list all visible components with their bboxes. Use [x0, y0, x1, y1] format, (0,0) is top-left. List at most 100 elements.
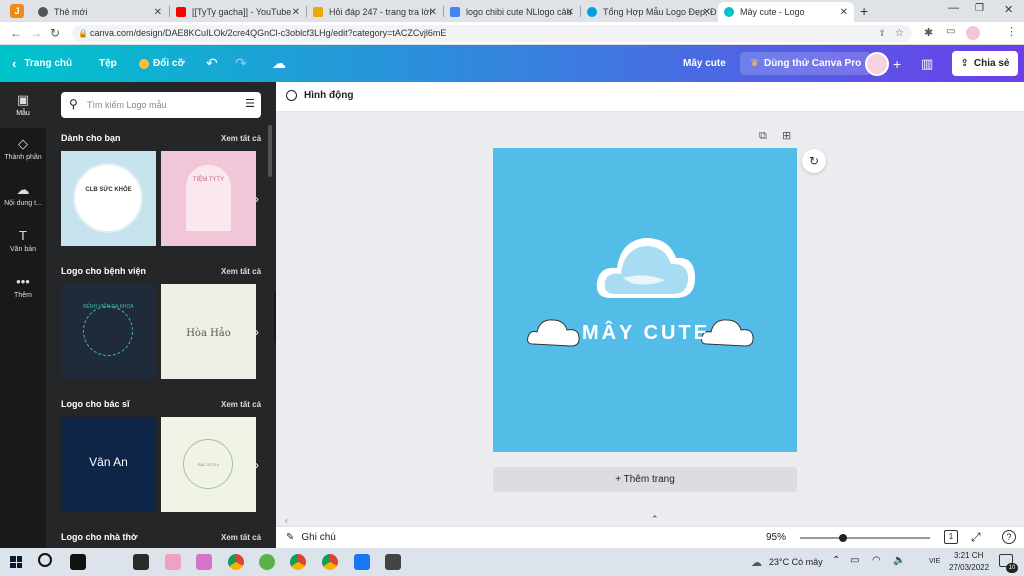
- browser-profile-icon[interactable]: J: [10, 4, 24, 18]
- share-button[interactable]: ⇪ Chia sẻ: [952, 51, 1018, 76]
- calculator-icon[interactable]: [385, 554, 401, 570]
- rail-text[interactable]: T Văn bản: [0, 228, 46, 253]
- restore-button[interactable]: ❐: [975, 3, 984, 14]
- add-page-button[interactable]: + Thêm trang: [493, 467, 797, 492]
- window-close-button[interactable]: ✕: [1004, 3, 1013, 16]
- file-menu[interactable]: Tệp: [99, 45, 117, 82]
- refresh-design-button[interactable]: ↻: [802, 149, 826, 173]
- zoom-value[interactable]: 95%: [766, 532, 786, 543]
- see-all-link[interactable]: Xem tất cả: [221, 533, 261, 542]
- fullscreen-icon[interactable]: ⤢: [971, 530, 981, 545]
- clock-date[interactable]: 27/03/2022: [949, 563, 989, 572]
- template-thumbnail[interactable]: Vân An: [61, 417, 156, 512]
- close-icon[interactable]: ✕: [703, 7, 711, 18]
- chrome-canary-icon[interactable]: [259, 554, 275, 570]
- sidebar-icon[interactable]: ▭: [946, 26, 955, 37]
- see-all-link[interactable]: Xem tất cả: [221, 400, 261, 409]
- template-thumbnail[interactable]: BÁC SĨ GIA: [161, 417, 256, 512]
- user-avatar[interactable]: [865, 52, 889, 76]
- duplicate-page-icon[interactable]: ⧉: [759, 130, 767, 143]
- browser-tab[interactable]: Tổng Hợp Mẫu Logo Đẹp, Đ ✕: [581, 2, 717, 22]
- try-canva-pro-button[interactable]: ♛ Dùng thử Canva Pro: [740, 52, 872, 75]
- url-field[interactable]: 🔒 canva.com/design/DAE8KCuILOk/2cre4QGnC…: [72, 25, 912, 42]
- volume-icon[interactable]: 🔈: [893, 555, 905, 566]
- pinned-app-icon[interactable]: [196, 554, 212, 570]
- weather-text[interactable]: 23°C Có mây: [769, 557, 823, 567]
- tray-chevron-icon[interactable]: ⌃: [832, 555, 840, 566]
- wifi-icon[interactable]: ◠: [872, 555, 881, 566]
- profile-avatar[interactable]: [966, 26, 980, 40]
- see-all-link[interactable]: Xem tất cả: [221, 134, 261, 143]
- browser-tab-active[interactable]: Mây cute - Logo ✕: [718, 2, 854, 22]
- browser-menu-icon[interactable]: ⋮: [1006, 25, 1017, 38]
- design-page[interactable]: MÂY CUTE: [493, 148, 797, 452]
- rail-templates[interactable]: ▣ Mẫu: [0, 82, 46, 128]
- reload-icon[interactable]: ↻: [50, 26, 60, 40]
- browser-tab[interactable]: [[TyTy gacha]] - YouTube ✕: [170, 2, 306, 22]
- add-page-icon[interactable]: ⊞: [782, 129, 791, 142]
- rail-uploads[interactable]: ☁ Nội dung t...: [0, 182, 46, 207]
- canvas-scrollbar[interactable]: ‹ ⌃: [285, 514, 1024, 526]
- see-all-link[interactable]: Xem tất cả: [221, 267, 261, 276]
- back-icon[interactable]: ←: [10, 26, 22, 40]
- undo-icon[interactable]: ↶: [206, 45, 218, 82]
- animate-button[interactable]: Hình động: [286, 90, 353, 101]
- search-icon[interactable]: [38, 553, 52, 567]
- redo-icon[interactable]: ↷: [235, 45, 247, 82]
- design-title[interactable]: Mây cute: [683, 45, 726, 82]
- chevron-right-icon[interactable]: ›: [255, 192, 259, 206]
- logo-text[interactable]: MÂY CUTE: [581, 322, 711, 345]
- zoom-slider[interactable]: [800, 534, 930, 542]
- show-pages-icon[interactable]: ⌃: [651, 514, 659, 525]
- forward-icon[interactable]: →: [30, 26, 42, 40]
- insights-icon[interactable]: ▥: [921, 45, 933, 82]
- network-icon[interactable]: ▭: [850, 555, 859, 566]
- rail-more[interactable]: ••• Thêm: [0, 274, 46, 299]
- extensions-icon[interactable]: ✱: [924, 26, 933, 39]
- template-thumbnail[interactable]: BỆNH VIỆN ĐA KHOA: [61, 284, 156, 379]
- scroll-left-icon[interactable]: ‹: [285, 516, 288, 525]
- template-thumbnail[interactable]: TIỆM TYTY: [161, 151, 256, 246]
- browser-tab[interactable]: logo chibi cute NLlogo câu ✕: [444, 2, 580, 22]
- help-icon[interactable]: ?: [1002, 530, 1016, 544]
- close-icon[interactable]: ✕: [429, 7, 437, 18]
- chevron-right-icon[interactable]: ›: [255, 458, 259, 472]
- upload-icon: ⇪: [960, 58, 969, 69]
- rail-elements[interactable]: ◇ Thành phần: [0, 136, 46, 161]
- close-icon[interactable]: ✕: [154, 7, 162, 18]
- chrome-icon[interactable]: [322, 554, 338, 570]
- add-member-icon[interactable]: +: [893, 45, 901, 82]
- cloud-saved-icon[interactable]: ☁: [272, 45, 286, 82]
- close-icon[interactable]: ✕: [840, 7, 848, 18]
- pinned-app-icon[interactable]: [165, 554, 181, 570]
- zalo-icon[interactable]: [354, 554, 370, 570]
- home-button[interactable]: ‹ Trang chủ: [12, 45, 72, 82]
- chevron-right-icon[interactable]: ›: [255, 325, 259, 339]
- page-count-button[interactable]: 1: [944, 530, 958, 544]
- bookmark-star-icon[interactable]: ☆: [895, 25, 904, 42]
- minimize-button[interactable]: —: [948, 2, 959, 14]
- share-page-icon[interactable]: ⇪: [878, 25, 886, 42]
- chrome-icon[interactable]: [290, 554, 306, 570]
- task-view-icon[interactable]: [70, 554, 86, 570]
- new-tab-button[interactable]: +: [860, 3, 868, 19]
- address-bar: ← → ↻ 🔒 canva.com/design/DAE8KCuILOk/2cr…: [0, 22, 1024, 45]
- chrome-icon[interactable]: [228, 554, 244, 570]
- filter-icon[interactable]: ☰: [245, 97, 255, 110]
- camera-app-icon[interactable]: [133, 554, 149, 570]
- browser-tab[interactable]: Thẻ mới ✕: [32, 2, 168, 22]
- close-icon[interactable]: ✕: [292, 7, 300, 18]
- clock-time[interactable]: 3:21 CH: [954, 551, 983, 560]
- notes-button[interactable]: ✎ Ghi chú: [286, 532, 336, 543]
- keyboard-language[interactable]: VIE: [929, 558, 940, 565]
- panel-scrollbar[interactable]: [268, 125, 272, 177]
- windows-start-icon[interactable]: [10, 556, 22, 568]
- logo-artwork[interactable]: [493, 148, 797, 452]
- close-icon[interactable]: ✕: [566, 7, 574, 18]
- search-input[interactable]: ⚲ Tìm kiếm Logo mẫu ☰: [61, 92, 261, 118]
- template-thumbnail[interactable]: Hòa Hảo: [161, 284, 256, 379]
- template-thumbnail[interactable]: CLB SỨC KHỎE: [61, 151, 156, 246]
- resize-button[interactable]: Đổi cỡ: [139, 45, 185, 82]
- zoom-slider-handle[interactable]: [839, 534, 847, 542]
- browser-tab[interactable]: Hỏi đáp 247 - trang tra lời ✕: [307, 2, 443, 22]
